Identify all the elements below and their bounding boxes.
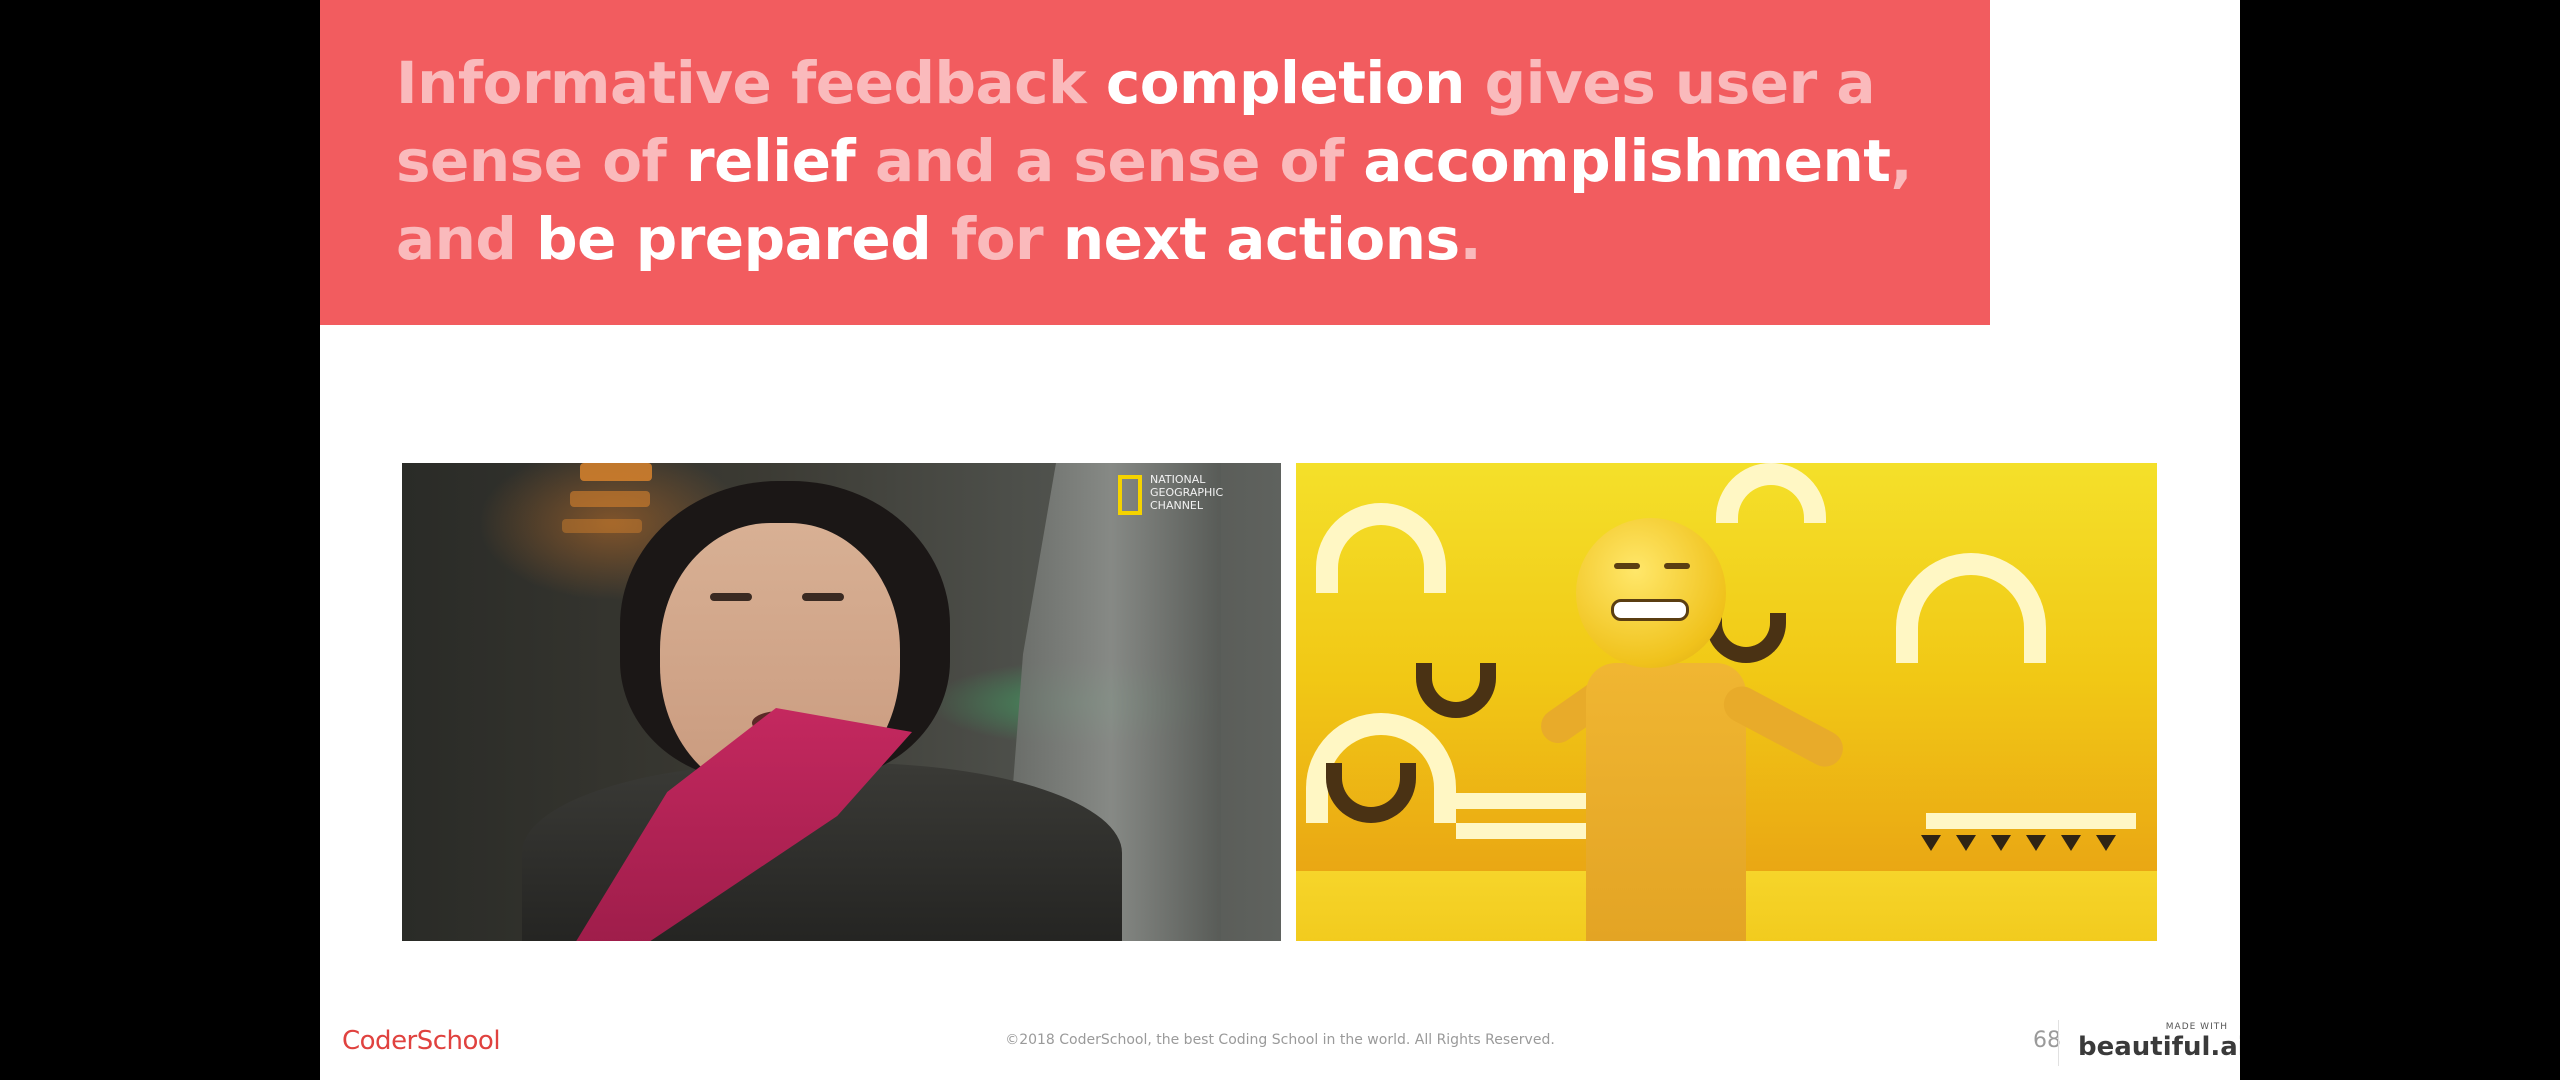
pattern-stripe [1456, 793, 1606, 809]
dancer-brow [1614, 563, 1640, 569]
dancer-brow [1664, 563, 1690, 569]
background-lamp [580, 463, 652, 481]
pattern-arch [1896, 553, 2046, 663]
background-lamp [562, 519, 642, 533]
headline-emphasis-next-actions: next actions [1062, 205, 1460, 273]
headline-segment: Informative feedback [396, 49, 1106, 117]
natgeo-logo-text: NATIONAL GEOGRAPHIC CHANNEL [1150, 473, 1224, 512]
headline-emphasis-relief: relief [685, 127, 856, 195]
headline-segment: for [931, 205, 1063, 273]
made-with-label: MADE WITH [2165, 1022, 2228, 1032]
pattern-triangle [1956, 835, 1976, 851]
beautiful-ai-logo: beautiful.ai [2078, 1032, 2240, 1062]
headline-emphasis-completion: completion [1105, 49, 1466, 117]
page-number: 68 [2033, 1028, 2061, 1053]
footer-divider [2058, 1020, 2059, 1066]
pattern-triangle [2096, 835, 2116, 851]
background-lamp [570, 491, 650, 507]
pattern-arch [1316, 503, 1446, 593]
headline-emphasis-accomplishment: accomplishment [1363, 127, 1891, 195]
gif-woman-scarf: NATIONAL GEOGRAPHIC CHANNEL [402, 463, 1281, 941]
made-with-badge[interactable]: MADE WITH beautiful.ai [2078, 1022, 2240, 1062]
headline: Informative feedback completion gives us… [396, 44, 1936, 278]
dancer-teeth [1611, 599, 1689, 621]
person-eye [710, 593, 752, 601]
gif-emoji-dancer [1296, 463, 2157, 941]
pattern-stripe [1456, 823, 1606, 839]
dancer-body [1586, 663, 1746, 941]
pattern-triangle [2026, 835, 2046, 851]
headline-emphasis-be-prepared: be prepared [536, 205, 932, 273]
pattern-stripe [1926, 813, 2136, 829]
headline-segment: and a sense of [855, 127, 1364, 195]
dancer-emoji-head [1576, 518, 1726, 668]
headline-segment: . [1459, 205, 1482, 273]
pattern-triangle [1991, 835, 2011, 851]
natgeo-logo-mark [1118, 475, 1142, 515]
pattern-arch [1716, 463, 1826, 523]
footer-copyright: ©2018 CoderSchool, the best Coding Schoo… [1005, 1032, 1555, 1048]
pattern-triangle [1921, 835, 1941, 851]
person-eye [802, 593, 844, 601]
pattern-arch-dark [1416, 663, 1496, 718]
headline-box: Informative feedback completion gives us… [320, 0, 1990, 325]
pattern-triangle [2061, 835, 2081, 851]
slide: Informative feedback completion gives us… [320, 0, 2240, 1080]
